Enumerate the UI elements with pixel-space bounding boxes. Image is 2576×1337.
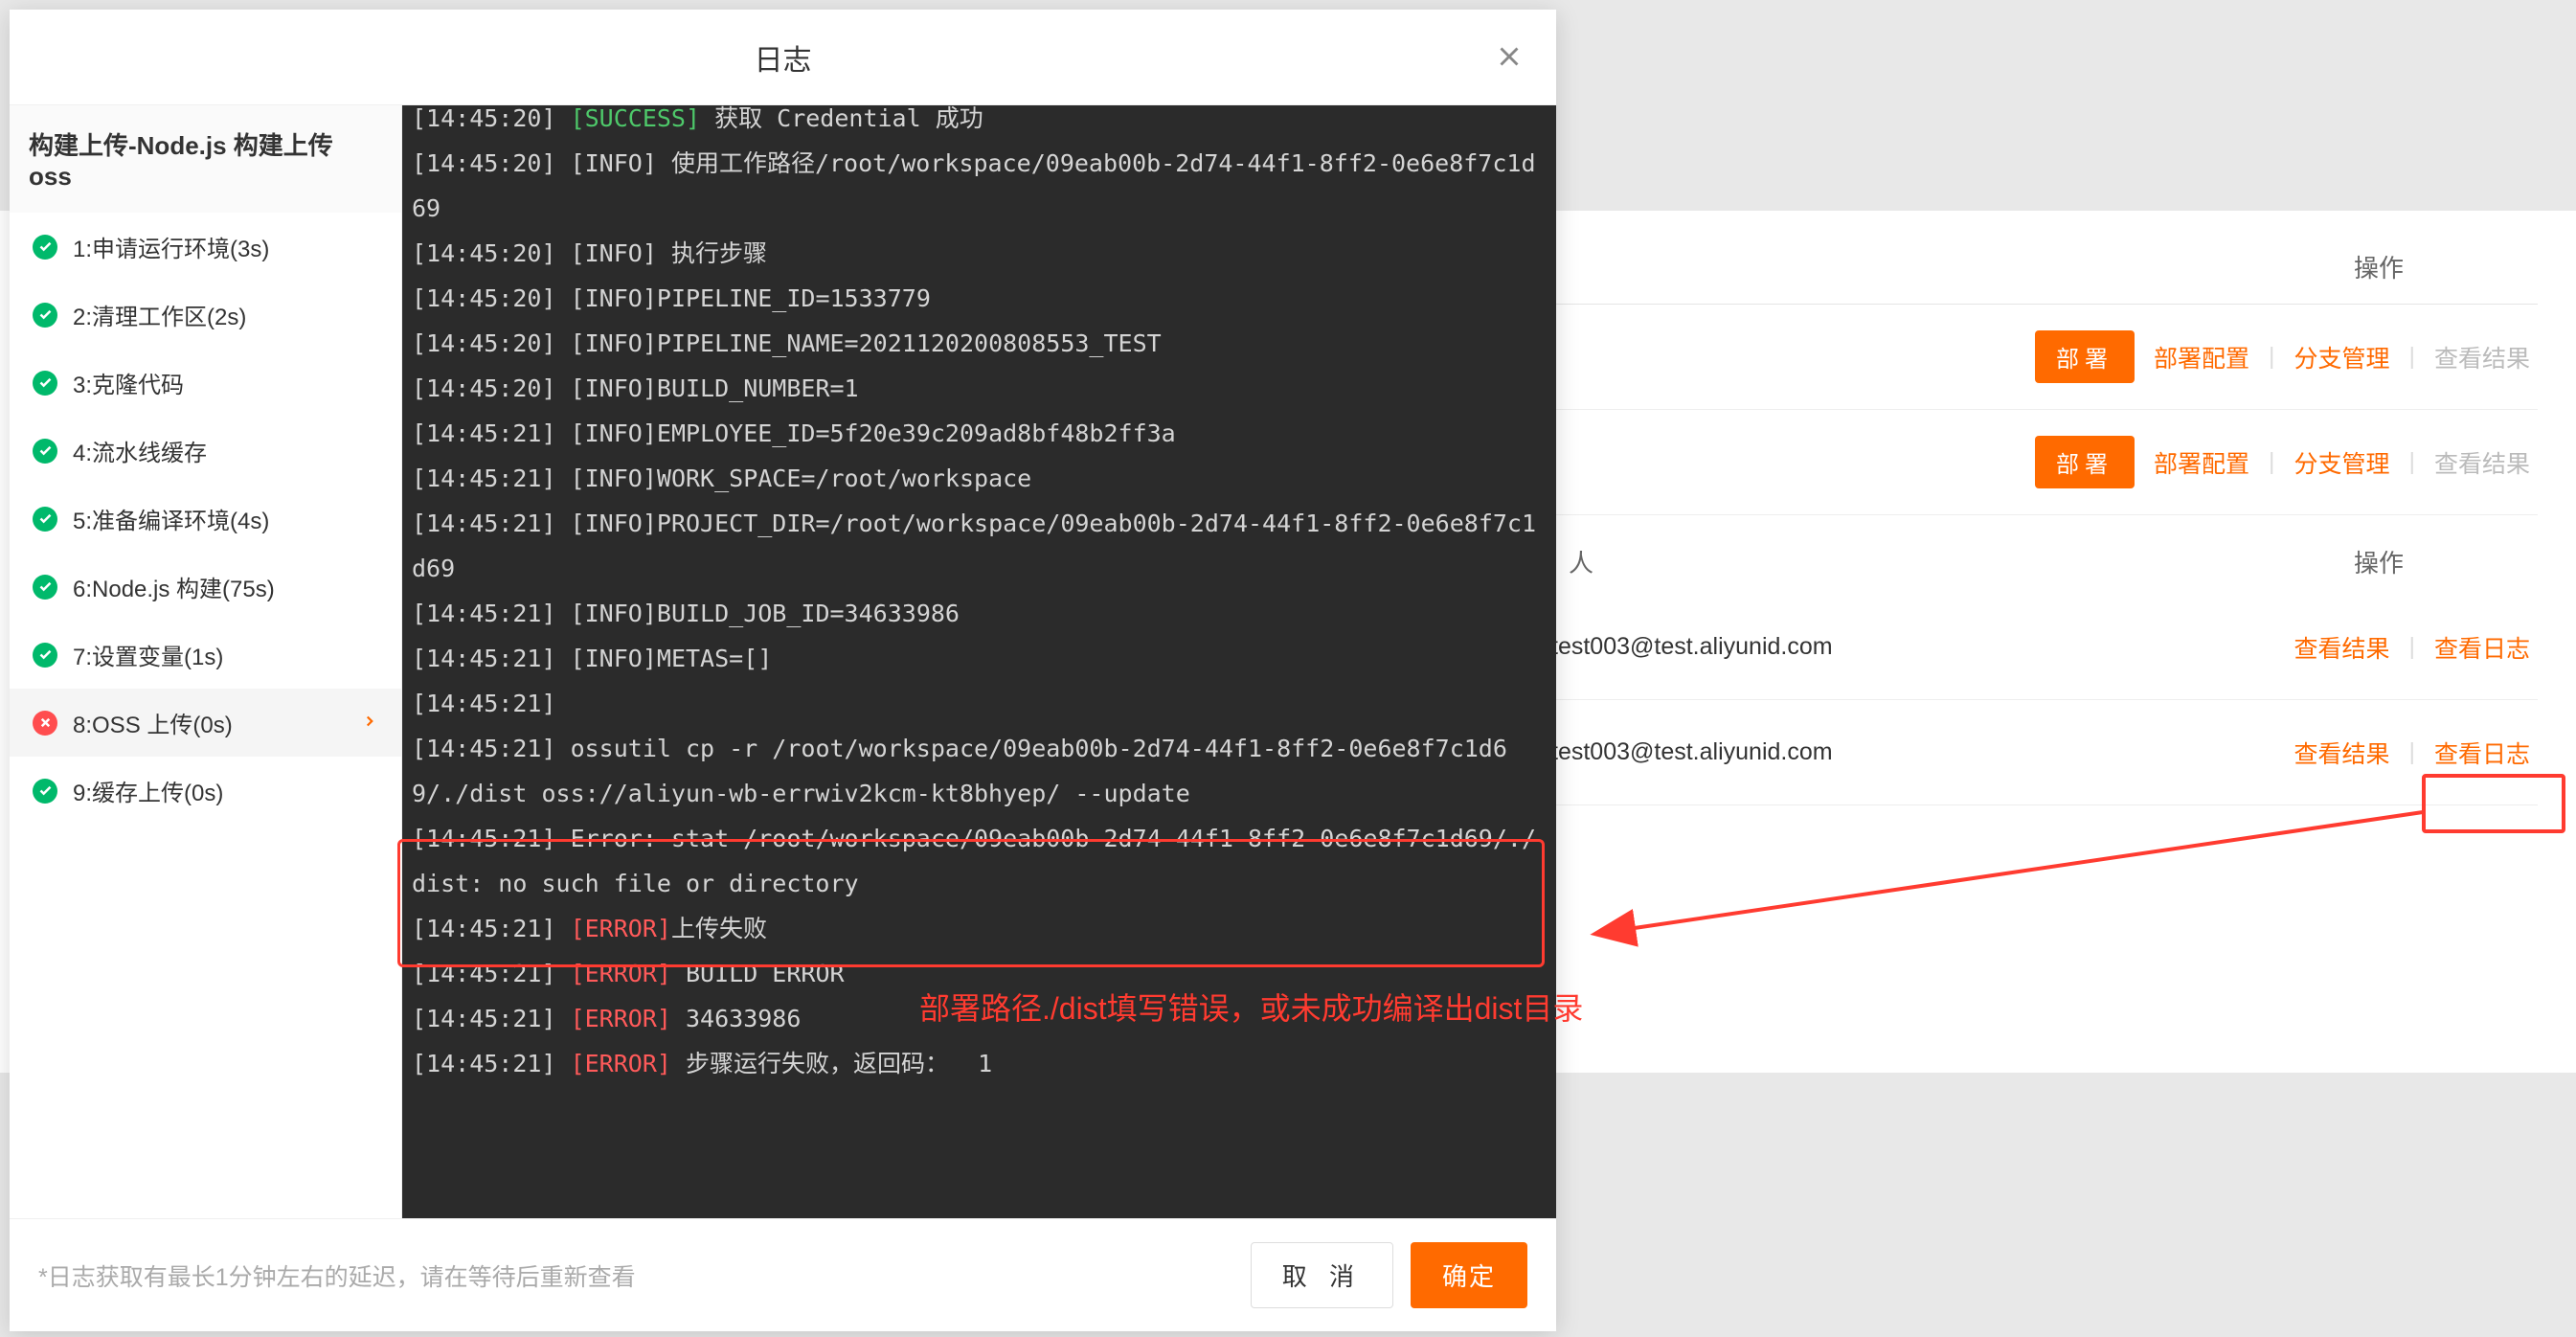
deploy-button[interactable]: 部署 xyxy=(2035,436,2135,488)
step-label: 2:清理工作区(2s) xyxy=(73,298,246,331)
log-line: [14:45:20] [INFO]PIPELINE_ID=1533779 xyxy=(412,276,1547,321)
deploy-config-link[interactable]: 部署配置 xyxy=(2154,445,2249,480)
step-label: 1:申请运行环境(3s) xyxy=(73,230,269,263)
deploy-config-link[interactable]: 部署配置 xyxy=(2154,340,2249,374)
view-result-link[interactable]: 查看结果 xyxy=(2294,630,2389,665)
log-line: [14:45:21] [INFO]EMPLOYEE_ID=5f20e39c209… xyxy=(412,411,1547,456)
step-item[interactable]: 5:准备编译环境(4s) xyxy=(10,485,401,553)
view-result-link[interactable]: 查看结果 xyxy=(2434,340,2530,374)
step-label: 3:克隆代码 xyxy=(73,366,184,399)
close-icon[interactable] xyxy=(1493,40,1525,76)
branch-mgmt-link[interactable]: 分支管理 xyxy=(2294,340,2389,374)
modal-body: 构建上传-Node.js 构建上传 oss 1:申请运行环境(3s) 2:清理工作… xyxy=(10,105,1556,1218)
bg-email: test003@test.aliyunid.com xyxy=(1551,738,1833,766)
bg-col-op: 操作 xyxy=(2354,249,2404,284)
log-line: [14:45:21] [INFO]BUILD_JOB_ID=34633986 xyxy=(412,591,1547,636)
log-line: [14:45:21] xyxy=(412,681,1547,726)
step-item[interactable]: 2:清理工作区(2s) xyxy=(10,281,401,349)
view-log-link[interactable]: 查看日志 xyxy=(2434,736,2530,770)
check-icon xyxy=(33,575,57,600)
bg-col-person: 人 xyxy=(1569,544,1593,579)
log-line: [14:45:20] [INFO]PIPELINE_NAME=202112020… xyxy=(412,321,1547,366)
check-icon xyxy=(33,235,57,260)
view-log-link[interactable]: 查看日志 xyxy=(2434,630,2530,665)
chevron-right-icon xyxy=(361,710,378,736)
view-result-link[interactable]: 查看结果 xyxy=(2434,445,2530,480)
annotation-box-viewlog xyxy=(2422,774,2565,833)
modal-footer: *日志获取有最长1分钟左右的延迟，请在等待后重新查看 取 消 确定 xyxy=(10,1218,1556,1331)
ok-button[interactable]: 确定 xyxy=(1411,1242,1527,1308)
log-line: [14:45:21] ossutil cp -r /root/workspace… xyxy=(412,726,1547,816)
step-label: 6:Node.js 构建(75s) xyxy=(73,570,275,603)
log-line: [14:45:21] Error: stat /root/workspace/0… xyxy=(412,816,1547,906)
modal-title: 日志 xyxy=(755,36,812,79)
log-line: [14:45:21] [INFO]PROJECT_DIR=/root/works… xyxy=(412,501,1547,591)
step-item[interactable]: 9:缓存上传(0s) xyxy=(10,757,401,825)
check-icon xyxy=(33,507,57,532)
step-sidebar: 构建上传-Node.js 构建上传 oss 1:申请运行环境(3s) 2:清理工作… xyxy=(10,105,402,1218)
log-line: [14:45:20] [SUCCESS] 获取 Credential 成功 xyxy=(412,105,1547,141)
step-item[interactable]: 7:设置变量(1s) xyxy=(10,621,401,689)
modal-header: 日志 xyxy=(10,10,1556,105)
step-item[interactable]: 8:OSS 上传(0s) xyxy=(10,689,401,757)
error-icon xyxy=(33,711,57,736)
branch-mgmt-link[interactable]: 分支管理 xyxy=(2294,445,2389,480)
log-modal: 日志 构建上传-Node.js 构建上传 oss 1:申请运行环境(3s) 2:清… xyxy=(10,10,1556,1331)
step-item[interactable]: 1:申请运行环境(3s) xyxy=(10,213,401,281)
check-icon xyxy=(33,779,57,804)
log-line: [14:45:21] [ERROR]上传失败 xyxy=(412,906,1547,951)
step-label: 5:准备编译环境(4s) xyxy=(73,502,269,535)
view-result-link[interactable]: 查看结果 xyxy=(2294,736,2389,770)
footer-note: *日志获取有最长1分钟左右的延迟，请在等待后重新查看 xyxy=(38,1258,1233,1293)
log-line: [14:45:20] [INFO] 执行步骤 xyxy=(412,231,1547,276)
bg-email: test003@test.aliyunid.com xyxy=(1551,633,1833,661)
step-item[interactable]: 4:流水线缓存 xyxy=(10,417,401,485)
log-line: [14:45:20] [INFO]BUILD_NUMBER=1 xyxy=(412,366,1547,411)
check-icon xyxy=(33,371,57,396)
sidebar-header: 构建上传-Node.js 构建上传 oss xyxy=(10,105,401,213)
check-icon xyxy=(33,303,57,328)
log-line: [14:45:21] [ERROR] 步骤运行失败，返回码： 1 xyxy=(412,1041,1547,1086)
cancel-button[interactable]: 取 消 xyxy=(1251,1242,1393,1308)
check-icon xyxy=(33,439,57,464)
step-label: 9:缓存上传(0s) xyxy=(73,774,223,807)
annotation-text: 部署路径./dist填写错误，或未成功编译出dist目录 xyxy=(919,985,1583,1029)
step-label: 7:设置变量(1s) xyxy=(73,638,223,671)
bg-col-op: 操作 xyxy=(2354,544,2404,579)
check-icon xyxy=(33,643,57,668)
step-item[interactable]: 6:Node.js 构建(75s) xyxy=(10,553,401,621)
step-item[interactable]: 3:克隆代码 xyxy=(10,349,401,417)
log-line: [14:45:21] [INFO]WORK_SPACE=/root/worksp… xyxy=(412,456,1547,501)
step-label: 8:OSS 上传(0s) xyxy=(73,706,233,739)
step-label: 4:流水线缓存 xyxy=(73,434,207,467)
deploy-button[interactable]: 部署 xyxy=(2035,330,2135,383)
log-output[interactable]: [14:45:20] [SUCCESS] 获取 Credential 成功[14… xyxy=(402,105,1556,1218)
log-line: [14:45:20] [INFO] 使用工作路径/root/workspace/… xyxy=(412,141,1547,231)
log-line: [14:45:21] [INFO]METAS=[] xyxy=(412,636,1547,681)
